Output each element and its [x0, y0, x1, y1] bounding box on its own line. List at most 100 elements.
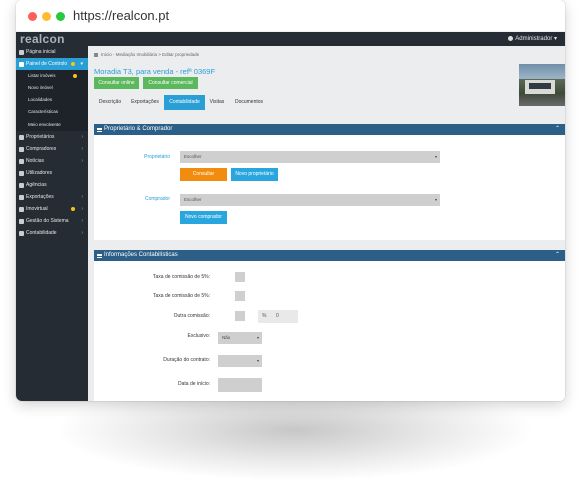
sidebar-item-label: Imovirtual [26, 206, 48, 213]
user-icon [508, 35, 514, 41]
other-commission-checkbox[interactable] [235, 311, 245, 321]
page-title: Moradia T3, para venda - refª 0369F [94, 67, 216, 76]
sidebar-subitem-list-properties[interactable]: Listar imóveis [16, 70, 88, 83]
consult-owner-button[interactable]: Consultar [180, 168, 227, 181]
sidebar-item-label: Notícias [26, 157, 45, 164]
buyer-select-value: Escolher [184, 197, 202, 202]
panel-accounting: Taxa de comissão de 5%: Taxa de comissão… [94, 261, 565, 401]
export-icon [19, 195, 24, 201]
sidebar-subitem-locations[interactable]: Localidades [16, 94, 88, 107]
caret-down-icon: ▾ [434, 197, 437, 202]
chevron-right-icon: › [81, 230, 83, 237]
start-date-input[interactable] [218, 378, 262, 392]
app-topbar [16, 32, 565, 46]
sidebar-item-news[interactable]: Notícias › [16, 155, 88, 167]
address-bar[interactable]: https://realcon.pt [73, 8, 169, 23]
tab-description[interactable]: Descrição [94, 95, 126, 110]
sidebar-subitem-label: Localidades [28, 97, 53, 103]
sidebar-item-owners[interactable]: Proprietários › [16, 131, 88, 143]
browser-titlebar: https://realcon.pt [16, 0, 565, 32]
contract-duration-select[interactable]: ▾ [218, 355, 262, 367]
sidebar-item-users[interactable]: Utilizadores [16, 167, 88, 179]
panel-owner-buyer-header[interactable]: Proprietário & Comprador ⌃ [94, 124, 565, 135]
sidebar-subitem-new-property[interactable]: Novo imóvel [16, 82, 88, 95]
breadcrumb: Início - Mediação Imobiliária > Editar p… [94, 52, 199, 57]
sidebar-item-label: Contabilidade [26, 230, 57, 237]
sidebar-item-accounting[interactable]: Contabilidade › [16, 227, 88, 239]
sidebar: Página inicial Painel de Controlo ▾ Lista… [16, 46, 88, 401]
chevron-right-icon: › [81, 145, 83, 152]
imovirtual-icon [19, 207, 24, 213]
owner-select-value: Escolher [184, 154, 202, 159]
other-commission-label: Outra comissão: [173, 313, 210, 319]
chevron-right-icon: › [81, 206, 83, 213]
notification-dot [71, 62, 75, 67]
commission-5-label: Taxa de comissão de 5%: [153, 274, 210, 280]
user-menu[interactable]: Administrador ▾ [508, 32, 557, 46]
commission-5-label-2: Taxa de comissão de 5%: [153, 293, 210, 299]
commission-5-checkbox[interactable] [235, 272, 245, 282]
panel-owner-buyer: Proprietário Escolher ▾ Consultar Novo pr… [94, 135, 565, 240]
app-logo[interactable]: realcon [20, 32, 65, 46]
breadcrumb-text[interactable]: Início - Mediação Imobiliária > Editar p… [101, 52, 199, 57]
sidebar-subitem-label: Novo imóvel [28, 85, 53, 91]
newspaper-icon [19, 158, 24, 164]
consult-commercial-button[interactable]: Consultar comercial [143, 77, 198, 89]
caret-down-icon: ▾ [434, 154, 437, 159]
home-icon[interactable] [94, 52, 98, 57]
panel-title: Informações Contabilísticas [104, 252, 178, 258]
commission-5-checkbox-2[interactable] [235, 291, 245, 301]
maximize-window-button[interactable] [56, 12, 65, 21]
building-icon [19, 183, 24, 189]
other-commission-input[interactable]: % 0 [258, 310, 298, 323]
list-icon [97, 127, 102, 132]
chevron-up-icon[interactable]: ⌃ [555, 250, 560, 261]
browser-window: https://realcon.pt realcon Administrador… [16, 0, 565, 401]
close-window-button[interactable] [28, 12, 37, 21]
new-owner-button[interactable]: Novo proprietário [231, 168, 278, 181]
tab-documents[interactable]: Documentos [229, 95, 269, 110]
start-date-label: Data de início: [178, 381, 210, 387]
property-photo[interactable] [519, 64, 565, 106]
sidebar-item-label: Exportações [26, 194, 54, 201]
sidebar-subitem-label: Listar imóveis [28, 73, 56, 79]
sidebar-item-system[interactable]: Gestão do Sistema › [16, 215, 88, 227]
tab-accounting[interactable]: Contabilidade [164, 95, 205, 110]
chevron-right-icon: › [81, 194, 83, 201]
tab-exports[interactable]: Exportações [126, 95, 164, 110]
new-buyer-button[interactable]: Novo comprador [180, 211, 227, 224]
buyer-label: Comprador [144, 196, 170, 202]
sidebar-item-control-panel[interactable]: Painel de Controlo ▾ [16, 58, 88, 71]
buyer-select[interactable]: Escolher ▾ [180, 194, 440, 206]
minimize-window-button[interactable] [42, 12, 51, 21]
sidebar-item-buyers[interactable]: Compradores › [16, 143, 88, 155]
tab-visits[interactable]: Visitas [205, 95, 229, 110]
sidebar-subitem-label: Características [28, 109, 59, 115]
notification-dot [73, 74, 77, 79]
chevron-down-icon: ▾ [553, 36, 557, 42]
chevron-right-icon: › [81, 157, 83, 164]
panel-accounting-header[interactable]: Informações Contabilísticas ⌃ [94, 250, 565, 261]
sidebar-subitem-surroundings[interactable]: Meio envolvente [16, 118, 88, 131]
consult-online-button[interactable]: Consultar online [94, 77, 139, 89]
exclusive-select[interactable]: Não ▾ [218, 332, 262, 344]
sidebar-item-home[interactable]: Página inicial [16, 46, 88, 58]
user-name: Administrador [515, 36, 553, 42]
sidebar-item-label: Painel de Controlo [26, 61, 68, 68]
sidebar-item-label: Página inicial [26, 49, 56, 55]
sidebar-subitem-label: Meio envolvente [28, 121, 61, 127]
users-icon [19, 170, 24, 176]
chevron-right-icon: › [81, 218, 83, 225]
sidebar-subitem-features[interactable]: Características [16, 106, 88, 119]
dashboard-icon [19, 62, 24, 68]
chevron-up-icon[interactable]: ⌃ [555, 124, 560, 135]
chevron-right-icon: › [81, 133, 83, 140]
owner-select[interactable]: Escolher ▾ [180, 151, 440, 163]
sidebar-item-imovirtual[interactable]: Imovirtual › [16, 203, 88, 215]
sidebar-item-exports[interactable]: Exportações › [16, 191, 88, 203]
list-icon [97, 253, 102, 258]
sidebar-item-agencies[interactable]: Agências [16, 179, 88, 191]
sidebar-item-label: Compradores [26, 145, 57, 152]
percent-symbol: % [262, 313, 267, 319]
chevron-down-icon: ▾ [80, 61, 83, 68]
